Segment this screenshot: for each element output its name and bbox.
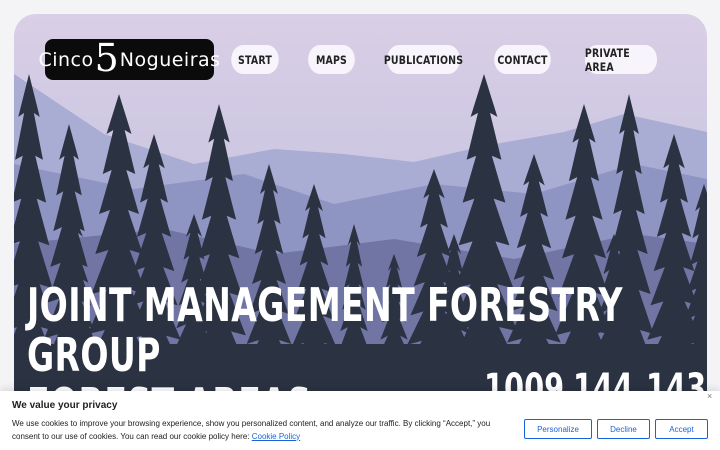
nav-publications[interactable]: PUBLICATIONS	[384, 45, 463, 74]
hero-card: Cinco 5 Nogueiras START MAPS PUBLICATION…	[14, 14, 707, 434]
nav-private-area[interactable]: PRIVATE AREA	[584, 45, 658, 74]
decline-button[interactable]: Decline	[597, 419, 650, 439]
hero-line-1: JOINT MANAGEMENT FORESTRY	[27, 278, 623, 332]
cookie-title: We value your privacy	[12, 400, 118, 411]
cookie-banner: × We value your privacy We use cookies t…	[0, 391, 720, 450]
site-logo[interactable]: Cinco 5 Nogueiras	[38, 35, 220, 80]
personalize-button[interactable]: Personalize	[524, 419, 592, 439]
nav-contact[interactable]: CONTACT	[494, 45, 551, 74]
accept-button[interactable]: Accept	[655, 419, 708, 439]
logo-word-right: Nogueiras	[119, 48, 221, 71]
cookie-policy-link[interactable]: Cookie Policy	[252, 432, 300, 441]
close-icon[interactable]: ×	[707, 391, 712, 401]
nav-start[interactable]: START	[231, 45, 279, 74]
logo-word-left: Cinco	[38, 48, 94, 71]
logo-number: 5	[94, 35, 119, 80]
nav-maps[interactable]: MAPS	[308, 45, 355, 74]
cookie-text: We use cookies to improve your browsing …	[12, 418, 517, 443]
